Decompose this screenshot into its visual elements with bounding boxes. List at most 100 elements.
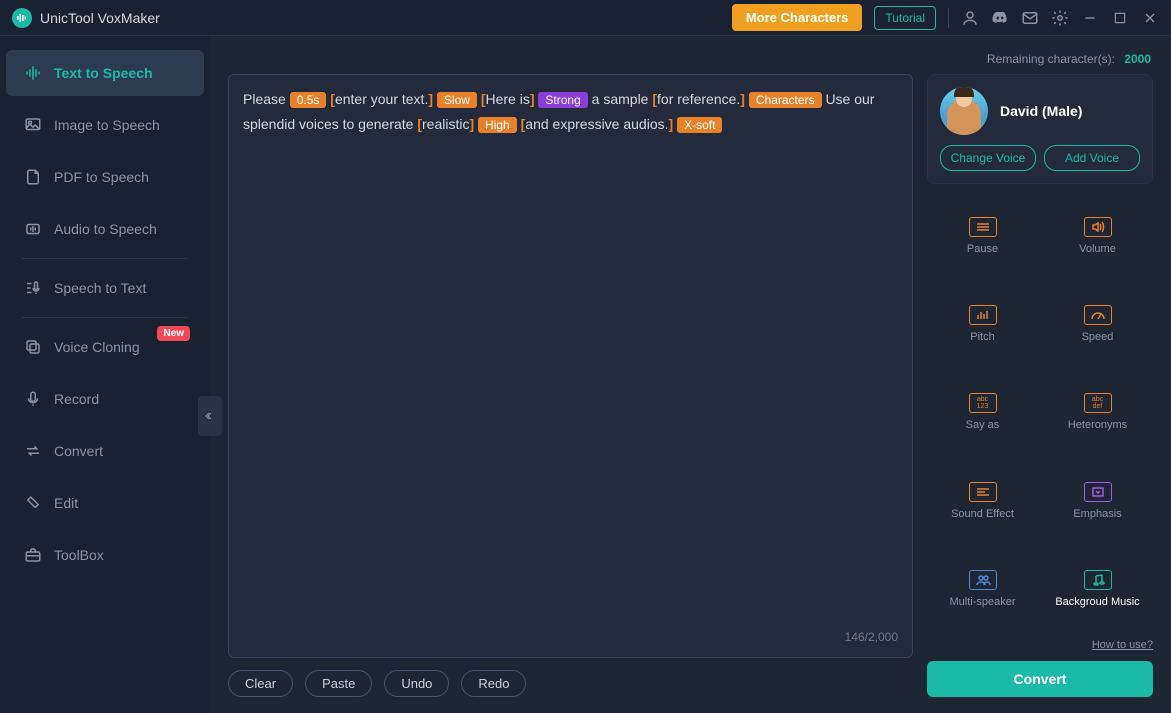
image-icon (24, 116, 42, 134)
editor-actions: Clear Paste Undo Redo (228, 670, 913, 697)
app-title: UnicTool VoxMaker (40, 10, 160, 26)
tool-label: Sound Effect (951, 508, 1014, 520)
clear-button[interactable]: Clear (228, 670, 293, 697)
text: enter your text. (335, 91, 428, 107)
text: and expressive audios. (525, 116, 668, 132)
header-right: More Characters Tutorial (732, 4, 1159, 31)
text: Here is (485, 91, 529, 107)
audio-icon (24, 220, 42, 238)
speed-icon (1084, 305, 1112, 325)
close-icon[interactable] (1141, 9, 1159, 27)
voice-card: David (Male) Change Voice Add Voice (927, 74, 1153, 184)
settings-icon[interactable] (1051, 9, 1069, 27)
tool-heteronyms[interactable]: abcdef Heteronyms (1042, 370, 1153, 454)
volume-tag[interactable]: X-soft (677, 117, 722, 133)
character-count: 146/2,000 (845, 625, 898, 649)
nav-label: Image to Speech (54, 117, 160, 133)
say-as-icon: abc123 (969, 393, 997, 413)
tool-label: Volume (1079, 243, 1116, 255)
voice-name: David (Male) (1000, 103, 1082, 119)
nav-pdf-to-speech[interactable]: PDF to Speech (6, 154, 204, 200)
new-badge: New (157, 326, 190, 341)
text-to-speech-icon (24, 64, 42, 82)
nav-record[interactable]: Record (6, 376, 204, 422)
change-voice-button[interactable]: Change Voice (940, 145, 1036, 171)
text-editor[interactable]: Please 0.5s [enter your text.] Slow [Her… (228, 74, 913, 658)
nav-text-to-speech[interactable]: Text to Speech (6, 50, 204, 96)
volume-icon (1084, 217, 1112, 237)
nav-label: Convert (54, 443, 103, 459)
add-voice-button[interactable]: Add Voice (1044, 145, 1140, 171)
pause-tag[interactable]: 0.5s (290, 92, 327, 108)
nav-image-to-speech[interactable]: Image to Speech (6, 102, 204, 148)
mail-icon[interactable] (1021, 9, 1039, 27)
remaining-label: Remaining character(s): (987, 52, 1115, 66)
tool-label: Pitch (970, 331, 994, 343)
nav-label: PDF to Speech (54, 169, 149, 185)
tool-label: Say as (966, 419, 1000, 431)
paste-button[interactable]: Paste (305, 670, 372, 697)
tutorial-button[interactable]: Tutorial (874, 6, 936, 30)
tool-pitch[interactable]: Pitch (927, 282, 1038, 366)
remaining-value: 2000 (1124, 52, 1151, 66)
nav-edit[interactable]: Edit (6, 480, 204, 526)
tool-speed[interactable]: Speed (1042, 282, 1153, 366)
app-logo-icon (12, 8, 32, 28)
pitch-tag[interactable]: High (478, 117, 517, 133)
tools-grid: Pause Volume Pitch Speed (927, 194, 1153, 631)
discord-icon[interactable] (991, 9, 1009, 27)
nav-toolbox[interactable]: ToolBox (6, 532, 204, 578)
nav-voice-cloning[interactable]: New Voice Cloning (6, 324, 204, 370)
nav-label: Record (54, 391, 99, 407)
tool-pause[interactable]: Pause (927, 194, 1038, 278)
how-to-use-link[interactable]: How to use? (927, 639, 1153, 651)
cloning-icon (24, 338, 42, 356)
undo-button[interactable]: Undo (384, 670, 449, 697)
logo-area: UnicTool VoxMaker (12, 8, 732, 28)
speech-to-text-icon (24, 279, 42, 297)
tool-sound-effect[interactable]: Sound Effect (927, 459, 1038, 543)
redo-button[interactable]: Redo (461, 670, 526, 697)
tool-say-as[interactable]: abc123 Say as (927, 370, 1038, 454)
chevron-left-icon (204, 410, 216, 422)
app-header: UnicTool VoxMaker More Characters Tutori… (0, 0, 1171, 36)
tool-label: Emphasis (1073, 508, 1121, 520)
nav-label: Audio to Speech (54, 221, 157, 237)
sayas-tag[interactable]: Characters (749, 92, 822, 108)
pause-icon (969, 217, 997, 237)
pdf-icon (24, 168, 42, 186)
tool-background-music[interactable]: Backgroud Music (1042, 547, 1153, 631)
nav-audio-to-speech[interactable]: Audio to Speech (6, 206, 204, 252)
nav-label: Edit (54, 495, 78, 511)
nav-label: Text to Speech (54, 65, 153, 81)
collapse-toggle[interactable] (198, 396, 222, 436)
minimize-icon[interactable] (1081, 9, 1099, 27)
user-icon[interactable] (961, 9, 979, 27)
tool-label: Heteronyms (1068, 419, 1127, 431)
multi-speaker-icon (969, 570, 997, 590)
separator (948, 8, 949, 28)
separator (22, 317, 188, 318)
emphasis-icon (1084, 482, 1112, 502)
record-icon (24, 390, 42, 408)
text: for reference. (657, 91, 740, 107)
text: a sample (592, 91, 653, 107)
text: Please (243, 91, 290, 107)
nav-speech-to-text[interactable]: Speech to Text (6, 265, 204, 311)
tool-label: Backgroud Music (1055, 596, 1139, 608)
speed-tag[interactable]: Slow (437, 92, 477, 108)
background-music-icon (1084, 570, 1112, 590)
tool-multi-speaker[interactable]: Multi-speaker (927, 547, 1038, 631)
tool-volume[interactable]: Volume (1042, 194, 1153, 278)
voice-avatar (940, 87, 988, 135)
more-characters-button[interactable]: More Characters (732, 4, 863, 31)
convert-button[interactable]: Convert (927, 661, 1153, 697)
text: realistic (422, 116, 469, 132)
emphasis-tag[interactable]: Strong (538, 92, 587, 108)
pitch-icon (969, 305, 997, 325)
tool-emphasis[interactable]: Emphasis (1042, 459, 1153, 543)
tool-label: Pause (967, 243, 998, 255)
nav-convert[interactable]: Convert (6, 428, 204, 474)
maximize-icon[interactable] (1111, 9, 1129, 27)
nav-label: Voice Cloning (54, 339, 140, 355)
